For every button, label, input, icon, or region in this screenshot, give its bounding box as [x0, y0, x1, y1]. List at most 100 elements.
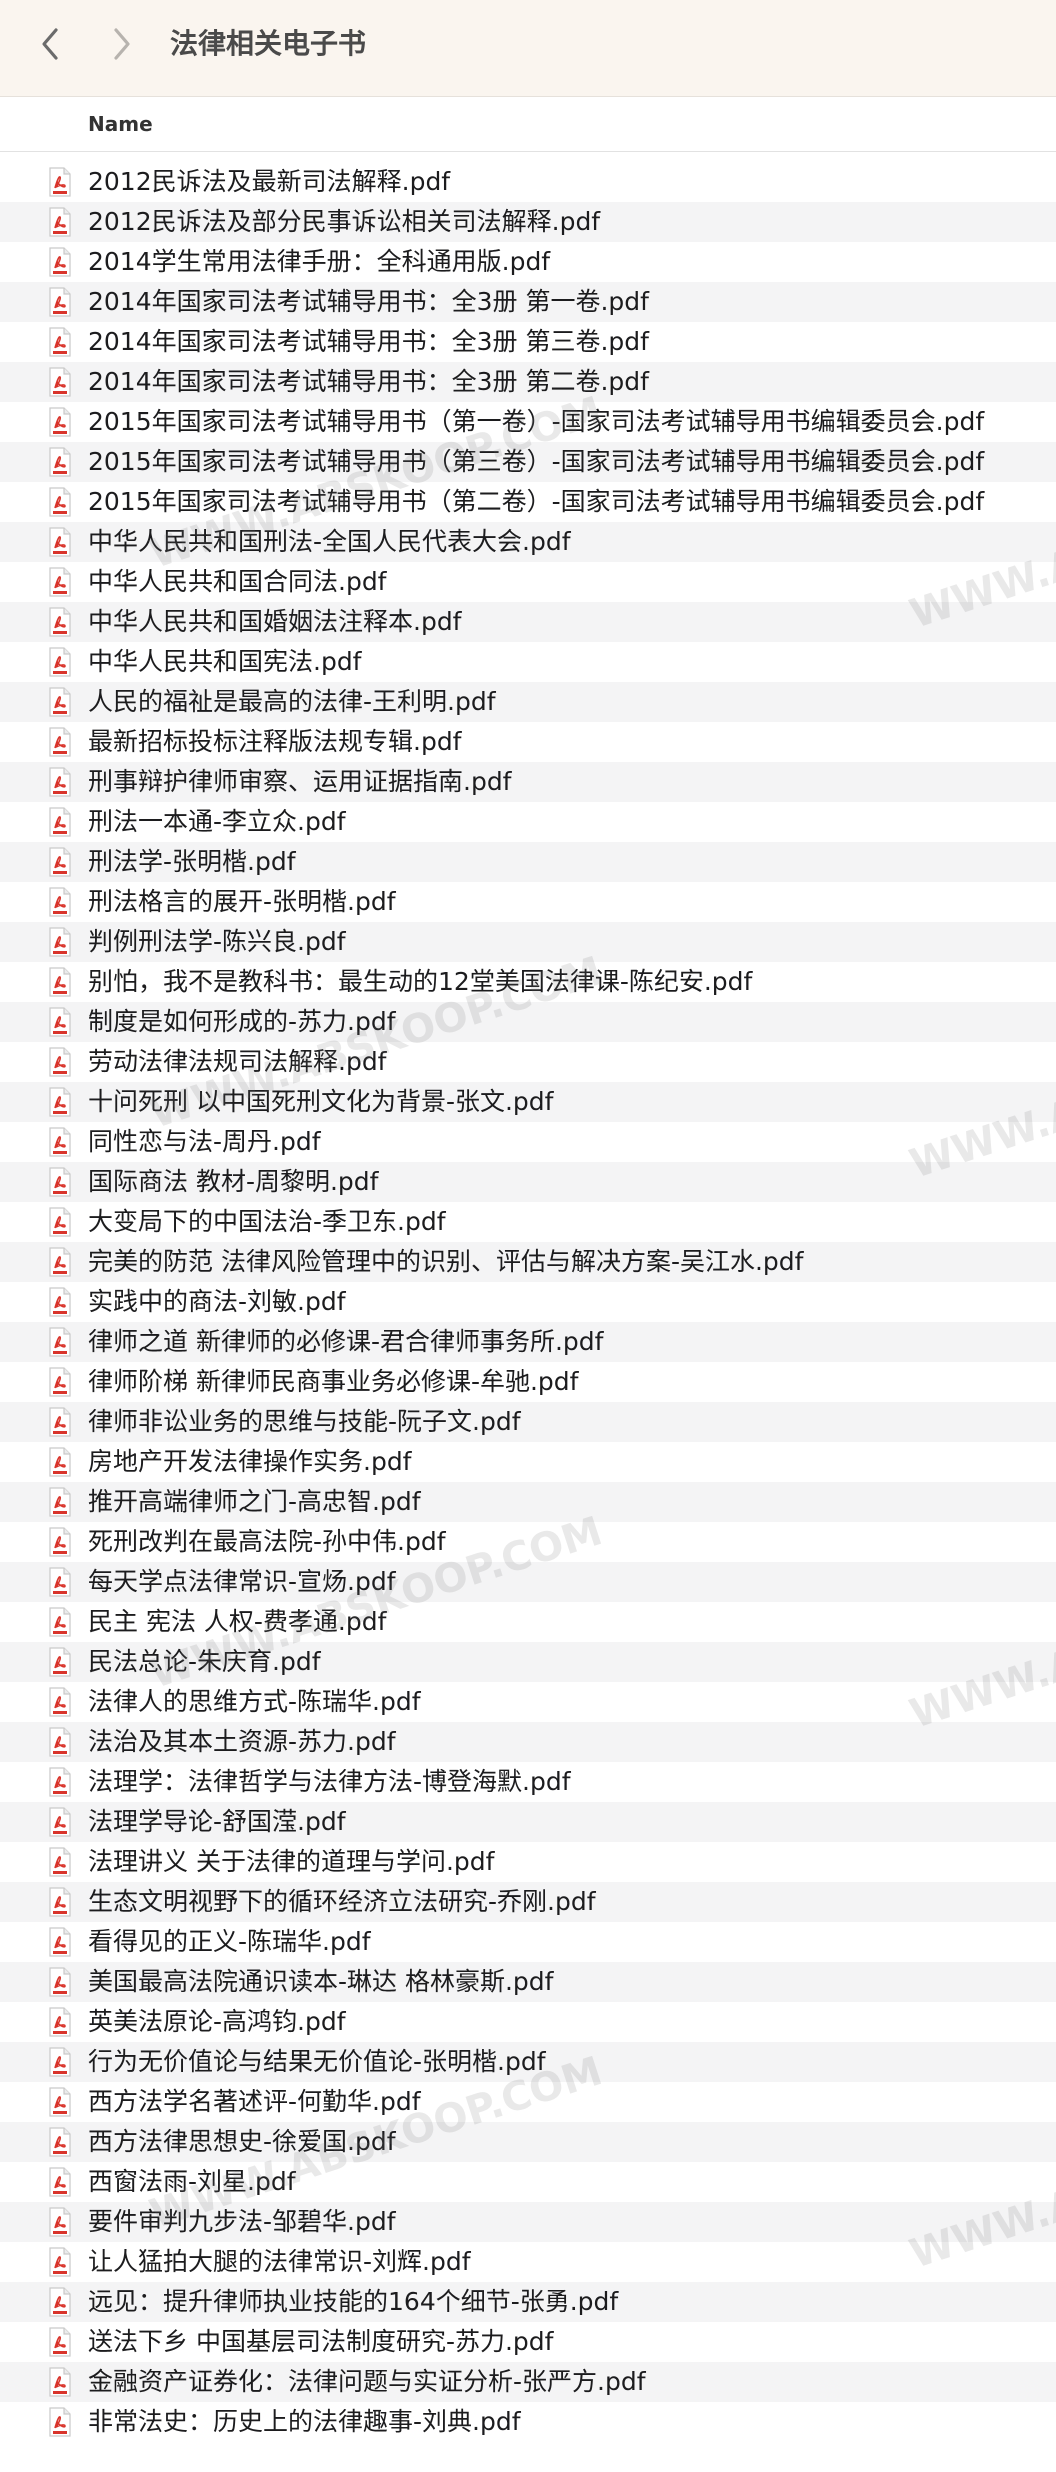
- file-row[interactable]: 刑法格言的展开-张明楷.pdf: [0, 882, 1056, 922]
- file-name: 西窗法雨-刘星.pdf: [88, 2167, 296, 2196]
- file-row[interactable]: 刑法一本通-李立众.pdf: [0, 802, 1056, 842]
- file-row[interactable]: 最新招标投标注释版法规专辑.pdf: [0, 722, 1056, 762]
- file-row[interactable]: 2015年国家司法考试辅导用书（第三卷）-国家司法考试辅导用书编辑委员会.pdf: [0, 442, 1056, 482]
- file-name: 民主 宪法 人权-费孝通.pdf: [88, 1607, 387, 1636]
- file-name: 劳动法律法规司法解释.pdf: [88, 1047, 387, 1076]
- pdf-file-icon: [49, 1207, 71, 1237]
- file-name: 死刑改判在最高法院-孙中伟.pdf: [88, 1527, 446, 1556]
- pdf-file-icon: [49, 2007, 71, 2037]
- file-row[interactable]: 别怕，我不是教科书：最生动的12堂美国法律课-陈纪安.pdf: [0, 962, 1056, 1002]
- file-row[interactable]: 判例刑法学-陈兴良.pdf: [0, 922, 1056, 962]
- column-header: Name: [0, 97, 1056, 152]
- file-row[interactable]: 2014年国家司法考试辅导用书：全3册 第二卷.pdf: [0, 362, 1056, 402]
- file-row[interactable]: 金融资产证券化：法律问题与实证分析-张严方.pdf: [0, 2362, 1056, 2402]
- file-row[interactable]: 民主 宪法 人权-费孝通.pdf: [0, 1602, 1056, 1642]
- file-name: 法治及其本土资源-苏力.pdf: [88, 1727, 396, 1756]
- pdf-file-icon: [49, 1727, 71, 1757]
- file-name: 别怕，我不是教科书：最生动的12堂美国法律课-陈纪安.pdf: [88, 967, 753, 996]
- file-row[interactable]: 同性恋与法-周丹.pdf: [0, 1122, 1056, 1162]
- file-row[interactable]: 2015年国家司法考试辅导用书（第一卷）-国家司法考试辅导用书编辑委员会.pdf: [0, 402, 1056, 442]
- file-row[interactable]: 房地产开发法律操作实务.pdf: [0, 1442, 1056, 1482]
- pdf-file-icon: [49, 1007, 71, 1037]
- pdf-file-icon: [49, 2247, 71, 2277]
- file-row[interactable]: 人民的福祉是最高的法律-王利明.pdf: [0, 682, 1056, 722]
- file-row[interactable]: 法治及其本土资源-苏力.pdf: [0, 1722, 1056, 1762]
- pdf-file-icon: [49, 1687, 71, 1717]
- file-row[interactable]: 劳动法律法规司法解释.pdf: [0, 1042, 1056, 1082]
- pdf-file-icon: [49, 1127, 71, 1157]
- file-row[interactable]: 大变局下的中国法治-季卫东.pdf: [0, 1202, 1056, 1242]
- file-row[interactable]: 推开高端律师之门-高忠智.pdf: [0, 1482, 1056, 1522]
- file-name: 十问死刑 以中国死刑文化为背景-张文.pdf: [88, 1087, 554, 1116]
- pdf-file-icon: [49, 2327, 71, 2357]
- file-row[interactable]: 法律人的思维方式-陈瑞华.pdf: [0, 1682, 1056, 1722]
- forward-button[interactable]: [100, 22, 144, 66]
- file-row[interactable]: 2012民诉法及部分民事诉讼相关司法解释.pdf: [0, 202, 1056, 242]
- file-row[interactable]: 2012民诉法及最新司法解释.pdf: [0, 162, 1056, 202]
- toolbar: 法律相关电子书: [0, 0, 1056, 97]
- file-row[interactable]: 律师非讼业务的思维与技能-阮子文.pdf: [0, 1402, 1056, 1442]
- file-row[interactable]: 中华人民共和国刑法-全国人民代表大会.pdf: [0, 522, 1056, 562]
- pdf-file-icon: [49, 287, 71, 317]
- file-row[interactable]: 完美的防范 法律风险管理中的识别、评估与解决方案-吴江水.pdf: [0, 1242, 1056, 1282]
- file-name: 西方法律思想史-徐爱国.pdf: [88, 2127, 396, 2156]
- file-row[interactable]: 制度是如何形成的-苏力.pdf: [0, 1002, 1056, 1042]
- file-row[interactable]: 死刑改判在最高法院-孙中伟.pdf: [0, 1522, 1056, 1562]
- pdf-file-icon: [49, 167, 71, 197]
- file-row[interactable]: 2014学生常用法律手册：全科通用版.pdf: [0, 242, 1056, 282]
- file-name: 人民的福祉是最高的法律-王利明.pdf: [88, 687, 496, 716]
- file-row[interactable]: 法理讲义 关于法律的道理与学问.pdf: [0, 1842, 1056, 1882]
- pdf-file-icon: [49, 1967, 71, 1997]
- file-row[interactable]: 中华人民共和国婚姻法注释本.pdf: [0, 602, 1056, 642]
- pdf-file-icon: [49, 967, 71, 997]
- back-button[interactable]: [28, 22, 72, 66]
- file-row[interactable]: 刑法学-张明楷.pdf: [0, 842, 1056, 882]
- folder-title: 法律相关电子书: [170, 27, 367, 60]
- file-row[interactable]: 美国最高法院通识读本-琳达 格林豪斯.pdf: [0, 1962, 1056, 2002]
- file-name: 律师非讼业务的思维与技能-阮子文.pdf: [88, 1407, 521, 1436]
- pdf-file-icon: [49, 1407, 71, 1437]
- file-row[interactable]: 律师之道 新律师的必修课-君合律师事务所.pdf: [0, 1322, 1056, 1362]
- file-name: 律师阶梯 新律师民商事业务必修课-牟驰.pdf: [88, 1367, 579, 1396]
- file-row[interactable]: 西窗法雨-刘星.pdf: [0, 2162, 1056, 2202]
- file-row[interactable]: 法理学导论-舒国滢.pdf: [0, 1802, 1056, 1842]
- file-row[interactable]: 远见：提升律师执业技能的164个细节-张勇.pdf: [0, 2282, 1056, 2322]
- file-row[interactable]: 2015年国家司法考试辅导用书（第二卷）-国家司法考试辅导用书编辑委员会.pdf: [0, 482, 1056, 522]
- file-name: 实践中的商法-刘敏.pdf: [88, 1287, 346, 1316]
- file-name: 法理讲义 关于法律的道理与学问.pdf: [88, 1847, 495, 1876]
- file-name: 2015年国家司法考试辅导用书（第一卷）-国家司法考试辅导用书编辑委员会.pdf: [88, 407, 985, 436]
- file-row[interactable]: 行为无价值论与结果无价值论-张明楷.pdf: [0, 2042, 1056, 2082]
- file-row[interactable]: 西方法律思想史-徐爱国.pdf: [0, 2122, 1056, 2162]
- file-row[interactable]: 非常法史：历史上的法律趣事-刘典.pdf: [0, 2402, 1056, 2442]
- file-row[interactable]: 生态文明视野下的循环经济立法研究-乔刚.pdf: [0, 1882, 1056, 1922]
- file-row[interactable]: 律师阶梯 新律师民商事业务必修课-牟驰.pdf: [0, 1362, 1056, 1402]
- file-row[interactable]: 中华人民共和国宪法.pdf: [0, 642, 1056, 682]
- pdf-file-icon: [49, 407, 71, 437]
- file-row[interactable]: 民法总论-朱庆育.pdf: [0, 1642, 1056, 1682]
- file-row[interactable]: 送法下乡 中国基层司法制度研究-苏力.pdf: [0, 2322, 1056, 2362]
- file-row[interactable]: 实践中的商法-刘敏.pdf: [0, 1282, 1056, 1322]
- file-name: 制度是如何形成的-苏力.pdf: [88, 1007, 396, 1036]
- file-row[interactable]: 要件审判九步法-邹碧华.pdf: [0, 2202, 1056, 2242]
- file-row[interactable]: 让人猛拍大腿的法律常识-刘辉.pdf: [0, 2242, 1056, 2282]
- file-row[interactable]: 看得见的正义-陈瑞华.pdf: [0, 1922, 1056, 1962]
- file-row[interactable]: 英美法原论-高鸿钧.pdf: [0, 2002, 1056, 2042]
- file-name: 中华人民共和国婚姻法注释本.pdf: [88, 607, 462, 636]
- file-row[interactable]: 刑事辩护律师审察、运用证据指南.pdf: [0, 762, 1056, 802]
- pdf-file-icon: [49, 1647, 71, 1677]
- file-row[interactable]: 每天学点法律常识-宣炀.pdf: [0, 1562, 1056, 1602]
- pdf-file-icon: [49, 2207, 71, 2237]
- file-row[interactable]: 国际商法 教材-周黎明.pdf: [0, 1162, 1056, 1202]
- file-name: 最新招标投标注释版法规专辑.pdf: [88, 727, 462, 756]
- pdf-file-icon: [49, 567, 71, 597]
- pdf-file-icon: [49, 1167, 71, 1197]
- file-row[interactable]: 2014年国家司法考试辅导用书：全3册 第一卷.pdf: [0, 282, 1056, 322]
- file-name: 生态文明视野下的循环经济立法研究-乔刚.pdf: [88, 1887, 596, 1916]
- file-row[interactable]: 十问死刑 以中国死刑文化为背景-张文.pdf: [0, 1082, 1056, 1122]
- file-name: 2012民诉法及部分民事诉讼相关司法解释.pdf: [88, 207, 601, 236]
- file-row[interactable]: 中华人民共和国合同法.pdf: [0, 562, 1056, 602]
- file-row[interactable]: 2014年国家司法考试辅导用书：全3册 第三卷.pdf: [0, 322, 1056, 362]
- file-row[interactable]: 法理学：法律哲学与法律方法-博登海默.pdf: [0, 1762, 1056, 1802]
- file-row[interactable]: 西方法学名著述评-何勤华.pdf: [0, 2082, 1056, 2122]
- name-column-header[interactable]: Name: [88, 97, 153, 151]
